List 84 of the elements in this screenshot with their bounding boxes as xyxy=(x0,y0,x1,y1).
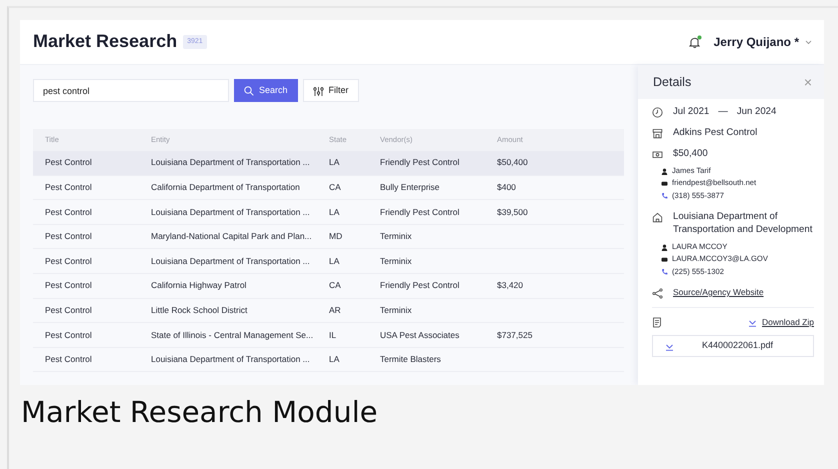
table-cell-text: Termite Blasters xyxy=(380,353,442,366)
table-cell-text: California Highway Patrol xyxy=(151,279,248,292)
table-cell-text: Pest Control xyxy=(44,181,93,194)
table-cell-text: $50,400 xyxy=(497,156,529,170)
vendor-name: Adkins Pest Control xyxy=(673,126,758,140)
mail-icon xyxy=(661,256,668,263)
table-cell-text: CA xyxy=(329,181,342,194)
home-icon xyxy=(652,212,663,223)
download-icon xyxy=(748,318,758,328)
source-link[interactable]: Source/Agency Website xyxy=(673,287,764,298)
entity-name: Louisiana Department of Transportation and Development xyxy=(673,210,814,237)
table-cell-text: $3,420 xyxy=(497,279,524,292)
table-cell-text: Pest Control xyxy=(44,304,93,317)
table-cell-text: Pest Control xyxy=(44,254,93,268)
table-cell-text: AR xyxy=(329,304,342,317)
table-cell-text: $39,500 xyxy=(497,206,529,218)
table-cell-text: Pest Control xyxy=(44,206,93,218)
table-row[interactable]: Pest Control Maryland-National Capital Park and Plan... MD Terminix xyxy=(33,224,624,250)
table-cell-text: IL xyxy=(329,328,338,342)
panel-title: Details xyxy=(653,74,692,91)
table-row[interactable]: Pest Control Louisiana Department of Transportation ... LA Terminix xyxy=(33,249,624,274)
phone-icon xyxy=(661,192,668,200)
table-row[interactable]: Pest Control California Highway Patrol CA Friendly Pest Control $3,420 xyxy=(33,274,624,299)
table-row[interactable]: Pest Control California Department of Transportation CA Bully Enterprise $400 xyxy=(33,176,624,200)
dash-text: — xyxy=(718,106,728,119)
table-cell-text: Pest Control xyxy=(44,353,93,366)
table-cell-text: MD xyxy=(329,230,344,243)
person-icon xyxy=(661,244,668,251)
download-link[interactable]: Download Zip xyxy=(748,316,814,329)
mail-icon xyxy=(661,180,668,187)
table-cell-text: Friendly Pest Control xyxy=(380,156,460,170)
table-cell-text: Louisiana Department of Transportation ... xyxy=(151,254,311,268)
filter-button[interactable]: Filter xyxy=(302,79,359,102)
table-cell-text: CA xyxy=(329,279,342,292)
table-cell-text: Pest Control xyxy=(44,328,93,342)
table-cell-text: Friendly Pest Control xyxy=(380,279,460,292)
table-row[interactable]: Pest Control Louisiana Department of Transportation ... LA Friendly Pest Control $39,500 xyxy=(33,200,624,225)
table-cell-text: Friendly Pest Control xyxy=(380,206,460,218)
table-cell-text: Terminix xyxy=(380,254,413,268)
table-cell-text: Louisiana Department of Transportation ... xyxy=(151,206,311,218)
date-text: Jul 2021 xyxy=(673,106,710,119)
search-field[interactable]: pest control xyxy=(33,79,229,102)
bell-icon[interactable] xyxy=(688,35,702,49)
table-cell-text: Pest Control xyxy=(44,230,93,243)
table-cell-text: California Department of Transportation xyxy=(151,181,301,194)
amount-text: $50,400 xyxy=(673,148,708,161)
table-cell-text: Louisiana Department of Transportation ... xyxy=(151,156,311,170)
table-row[interactable]: Pest Control Little Rock School District AR Terminix xyxy=(33,298,624,324)
table-cell-text: Pest Control xyxy=(44,156,93,170)
table-cell-text: Little Rock School District xyxy=(151,304,248,317)
table-cell-text: Bully Enterprise xyxy=(380,181,441,194)
table-cell-text: LA xyxy=(329,156,340,170)
table-cell-text: Louisiana Department of Transportation ... xyxy=(151,353,311,366)
search-icon xyxy=(244,86,254,96)
table-row[interactable]: Pest Control Louisiana Department of Transportation ... LA Termite Blasters xyxy=(33,348,624,372)
table-cell-text: LA xyxy=(329,254,340,268)
table-cell-text: USA Pest Associates xyxy=(380,328,460,342)
search-button[interactable]: Search xyxy=(234,79,298,102)
table-cell-text: Maryland-National Capital Park and Plan... xyxy=(151,230,313,243)
table-cell-text: Terminix xyxy=(380,304,413,317)
table-cell-text: State of Illinois - Central Management Se... xyxy=(151,328,314,342)
clock-icon xyxy=(652,107,663,118)
document-icon xyxy=(652,317,662,328)
table-row[interactable]: Pest Control State of Illinois - Central Management Se... IL USA Pest Associates $737,525 xyxy=(33,323,624,348)
file-item[interactable]: K4400022061.pdf xyxy=(652,334,814,357)
cash-icon xyxy=(652,148,663,160)
person-icon xyxy=(661,168,668,174)
phone-icon xyxy=(661,268,668,276)
page-title: Market Research xyxy=(33,31,178,53)
store-icon xyxy=(652,128,663,139)
table-cell-text: Pest Control xyxy=(44,279,93,292)
table-cell-text: Terminix xyxy=(380,230,413,243)
caret-icon[interactable] xyxy=(805,40,812,44)
table-cell-text: $737,525 xyxy=(497,328,534,342)
table-row[interactable]: Pest Control Louisiana Department of Transportation ... LA Friendly Pest Control $50,400 xyxy=(33,151,624,176)
download-icon xyxy=(665,342,674,351)
date-text: Jun 2024 xyxy=(736,106,776,119)
user-name[interactable]: Jerry Quijano * xyxy=(714,33,799,51)
share-icon xyxy=(652,288,663,300)
table-cell-text: LA xyxy=(329,353,340,366)
caption: Market Research Module xyxy=(21,394,379,431)
sliders-icon xyxy=(312,86,324,96)
table-cell-text: LA xyxy=(329,206,340,218)
table-cell-text: $400 xyxy=(497,181,517,194)
